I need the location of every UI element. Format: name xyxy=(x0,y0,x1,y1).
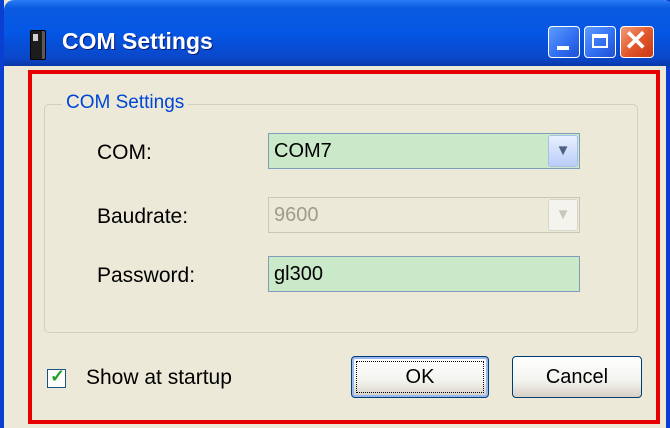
baudrate-select: 9600 ▼ xyxy=(268,197,580,233)
password-label: Password: xyxy=(97,264,196,287)
show-at-startup-label[interactable]: Show at startup xyxy=(86,366,232,390)
ok-button[interactable]: OK xyxy=(351,356,489,398)
chevron-down-icon: ▼ xyxy=(555,142,571,159)
minimize-button[interactable] xyxy=(548,26,580,58)
cancel-button[interactable]: Cancel xyxy=(512,356,642,398)
com-settings-window: COM Settings ✕ COM Settings COM: COM7 ▼ … xyxy=(0,0,670,428)
close-icon: ✕ xyxy=(624,25,648,56)
com-dropdown-button[interactable]: ▼ xyxy=(548,135,578,167)
chevron-down-icon: ▼ xyxy=(555,206,571,223)
password-field[interactable]: gl300 xyxy=(268,256,580,292)
show-at-startup-checkbox[interactable]: ✓ xyxy=(47,366,66,388)
device-icon xyxy=(30,30,46,60)
minimize-icon xyxy=(557,46,569,50)
com-value: COM7 xyxy=(274,140,332,162)
baudrate-label: Baudrate: xyxy=(97,205,189,228)
maximize-icon xyxy=(592,34,608,48)
cancel-label: Cancel xyxy=(545,366,609,388)
window-title: COM Settings xyxy=(62,28,213,54)
checkmark-icon: ✓ xyxy=(50,366,66,386)
com-select[interactable]: COM7 ▼ xyxy=(268,133,580,169)
baudrate-dropdown-button: ▼ xyxy=(548,199,578,231)
group-legend: COM Settings xyxy=(62,92,189,114)
password-value: gl300 xyxy=(274,263,323,285)
com-label: COM: xyxy=(97,141,152,164)
maximize-button[interactable] xyxy=(584,26,616,58)
close-button[interactable]: ✕ xyxy=(620,25,654,58)
baudrate-value: 9600 xyxy=(274,204,319,226)
focus-ring xyxy=(356,361,484,393)
title-bar[interactable]: COM Settings ✕ xyxy=(4,0,670,66)
